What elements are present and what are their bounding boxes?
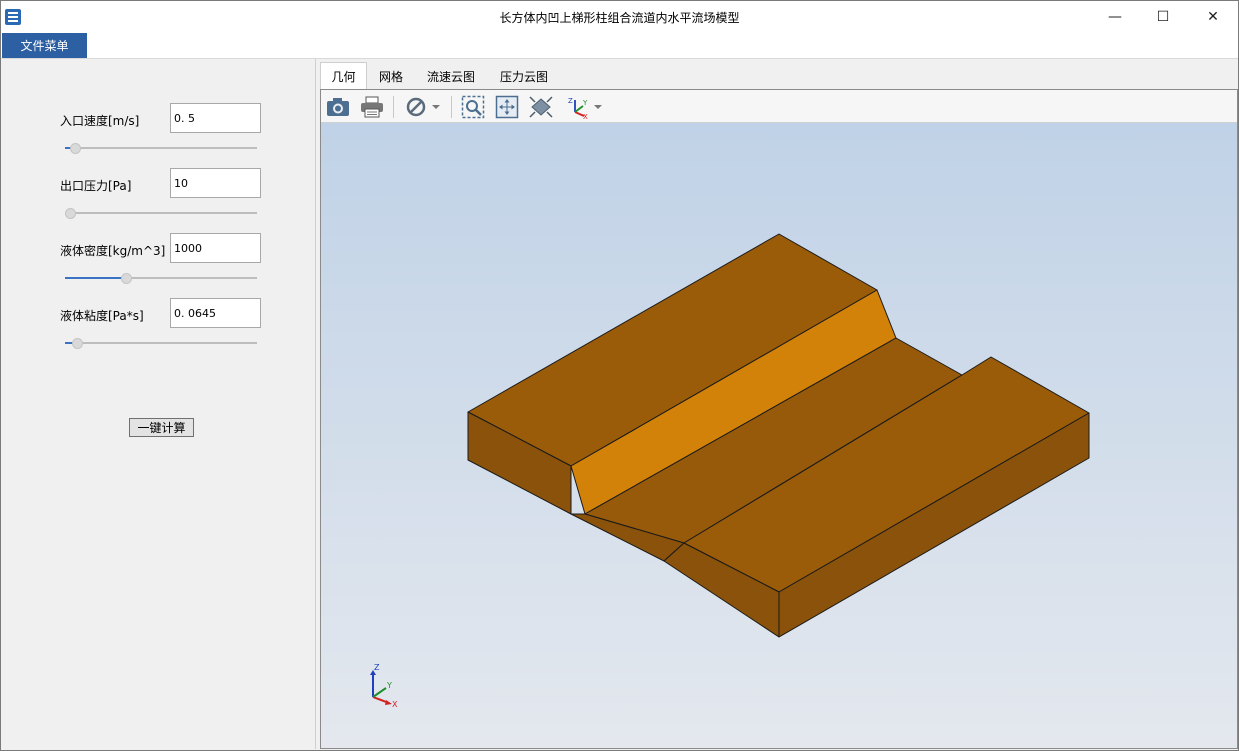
tab-pressure-contour[interactable]: 压力云图 (492, 62, 556, 90)
camera-icon[interactable] (324, 94, 352, 120)
calculate-button[interactable]: 一键计算 (129, 418, 194, 437)
close-button[interactable]: ✕ (1190, 1, 1236, 32)
maximize-button[interactable]: ☐ (1140, 1, 1186, 32)
tab-geometry[interactable]: 几何 (320, 62, 367, 90)
slider-fill (65, 277, 127, 279)
viewer-toolbar: Z YX (321, 90, 1237, 123)
zoom-box-icon[interactable] (459, 94, 487, 120)
zoom-extents-icon[interactable] (493, 94, 521, 120)
svg-text:X: X (583, 113, 588, 119)
inlet-velocity-input[interactable] (170, 103, 261, 133)
axes-view-icon[interactable]: Z YX (563, 94, 591, 120)
menu-bar: 文件菜单 (1, 32, 1238, 59)
print-icon[interactable] (358, 94, 386, 120)
dropdown-arrow-icon[interactable] (591, 94, 605, 120)
slider-thumb[interactable] (70, 143, 82, 154)
liquid-density-slider[interactable] (65, 272, 257, 284)
title-bar: 长方体内凹上梯形柱组合流道内水平流场模型 — ☐ ✕ (1, 1, 1238, 32)
view-fit-icon[interactable] (527, 94, 555, 120)
3d-viewer: ZYX Z Y X (320, 89, 1238, 749)
inlet-velocity-label: 入口速度[m/s] (60, 114, 140, 128)
inlet-velocity-slider[interactable] (65, 142, 257, 154)
window-title: 长方体内凹上梯形柱组合流道内水平流场模型 (499, 11, 740, 25)
display-mode-icon[interactable] (402, 94, 430, 120)
axis-z-label: Z (374, 663, 380, 672)
axis-y-label: Y (386, 681, 392, 690)
slider-thumb[interactable] (72, 338, 84, 349)
outlet-pressure-label: 出口压力[Pa] (60, 179, 132, 193)
dropdown-arrow-icon[interactable] (429, 94, 443, 120)
axis-triad: Z Y X (370, 663, 398, 709)
app-window: 长方体内凹上梯形柱组合流道内水平流场模型 — ☐ ✕ 文件菜单 入口速度[m/s… (0, 0, 1239, 751)
file-menu[interactable]: 文件菜单 (2, 33, 87, 58)
liquid-viscosity-label: 液体粘度[Pa*s] (60, 309, 144, 323)
tab-mesh[interactable]: 网格 (370, 62, 412, 90)
tab-velocity-contour[interactable]: 流速云图 (419, 62, 483, 90)
svg-text:Y: Y (582, 99, 588, 107)
render-viewport[interactable]: Z Y X (321, 123, 1237, 748)
minimize-button[interactable]: — (1092, 1, 1138, 32)
liquid-density-input[interactable] (170, 233, 261, 263)
liquid-density-label: 液体密度[kg/m^3] (60, 244, 166, 258)
slider-thumb[interactable] (65, 208, 76, 219)
outlet-pressure-slider[interactable] (65, 207, 257, 219)
liquid-viscosity-input[interactable] (170, 298, 261, 328)
axis-x-label: X (392, 700, 398, 709)
outlet-pressure-input[interactable] (170, 168, 261, 198)
slider-thumb[interactable] (121, 273, 133, 284)
channel-model (467, 233, 1090, 638)
liquid-viscosity-slider[interactable] (65, 337, 257, 349)
parameter-panel: 入口速度[m/s] 出口压力[Pa] 液体密度[kg/m^3] 液体粘度[Pa*… (1, 59, 316, 749)
svg-text:Z: Z (568, 97, 573, 105)
